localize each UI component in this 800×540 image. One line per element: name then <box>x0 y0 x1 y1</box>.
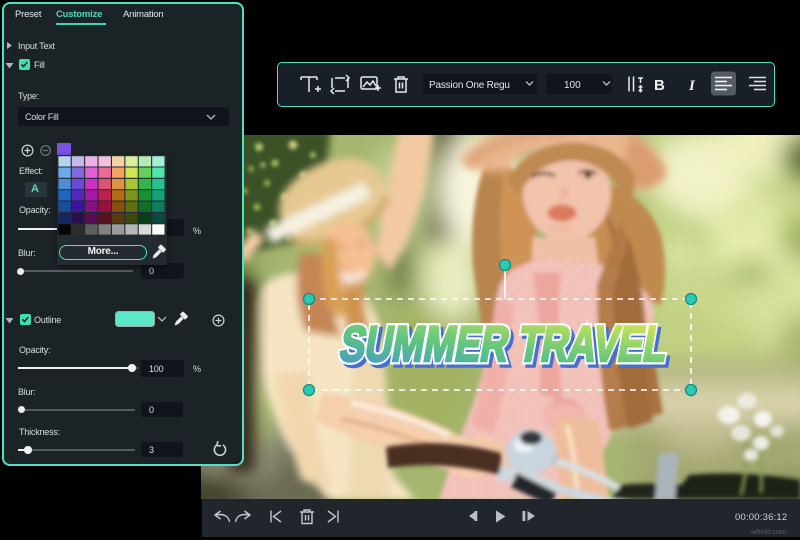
svg-text:whvid.com: whvid.com <box>750 527 786 536</box>
svg-text:Passion One Regu: Passion One Regu <box>429 80 510 91</box>
svg-text:B: B <box>654 77 665 94</box>
svg-text:00:00:36:12: 00:00:36:12 <box>735 512 787 523</box>
svg-text:I: I <box>688 78 696 94</box>
svg-text:100: 100 <box>564 80 581 91</box>
svg-text:SUMMER TRAVEL: SUMMER TRAVEL <box>336 317 672 372</box>
